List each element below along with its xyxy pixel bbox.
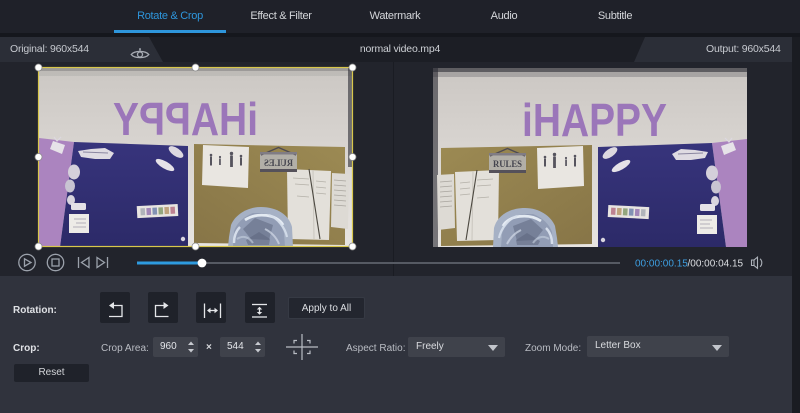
svg-text:/00:00:04.15: /00:00:04.15 <box>688 259 744 270</box>
svg-text:00:00:00.15: 00:00:00.15 <box>635 259 688 270</box>
svg-text:iHAPPY: iHAPPY <box>522 94 667 146</box>
svg-text:RULES: RULES <box>493 159 522 169</box>
